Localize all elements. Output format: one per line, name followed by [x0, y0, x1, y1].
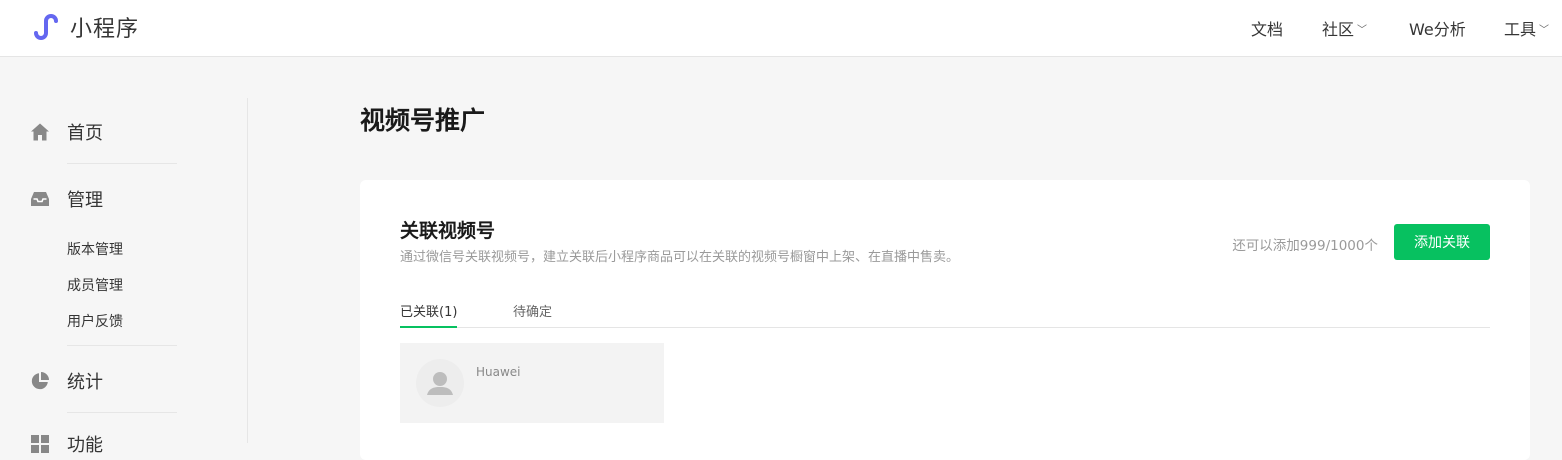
nav-docs-label: 文档: [1251, 20, 1284, 39]
sidebar-subitem-user-feedback[interactable]: 用户反馈: [67, 311, 123, 331]
nav-we-analytics[interactable]: We分析: [1409, 0, 1466, 56]
top-bar: 小程序 文档 社区 ﹀ We分析 工具 ﹀: [0, 0, 1562, 57]
sidebar-item-home[interactable]: 首页: [30, 119, 103, 145]
add-link-button[interactable]: 添加关联: [1394, 224, 1490, 260]
sidebar-item-label: 统计: [67, 372, 103, 393]
nav-tools-label: 工具: [1504, 20, 1537, 39]
miniprogram-logo-icon: [34, 14, 58, 40]
nav-we-analytics-label: We分析: [1409, 20, 1466, 39]
tab-pending[interactable]: 待确定: [513, 301, 552, 326]
chevron-down-icon: ﹀: [1357, 24, 1368, 36]
nav-community[interactable]: 社区 ﹀: [1322, 0, 1367, 56]
avatar: [416, 359, 464, 407]
page-title: 视频号推广: [360, 106, 486, 135]
user-avatar-icon: [427, 372, 453, 395]
home-icon: [31, 123, 49, 141]
sidebar-subitem-version-manage[interactable]: 版本管理: [67, 239, 123, 259]
sidebar-item-label: 管理: [67, 190, 103, 211]
nav-tools[interactable]: 工具 ﹀: [1504, 0, 1549, 56]
card-description: 通过微信号关联视频号，建立关联后小程序商品可以在关联的视频号橱窗中上架、在直播中…: [400, 250, 960, 265]
sidebar-divider: [67, 412, 177, 413]
tab-linked[interactable]: 已关联(1): [400, 301, 458, 328]
sidebar-divider: [67, 163, 177, 164]
sidebar-item-label: 功能: [67, 435, 103, 456]
brand[interactable]: 小程序: [30, 10, 139, 44]
linked-channels-card: 关联视频号 通过微信号关联视频号，建立关联后小程序商品可以在关联的视频号橱窗中上…: [360, 180, 1530, 460]
brand-name: 小程序: [70, 17, 140, 42]
nav-community-label: 社区: [1322, 20, 1355, 39]
channel-name: Huawei: [476, 365, 521, 379]
quota-text: 还可以添加999/1000个: [1232, 238, 1378, 254]
nav-docs[interactable]: 文档: [1251, 0, 1283, 56]
tab-bar: 已关联(1) 待确定: [400, 298, 1490, 328]
grid-icon: [31, 435, 49, 453]
sidebar-item-manage[interactable]: 管理: [30, 186, 103, 212]
card-title: 关联视频号: [400, 220, 496, 242]
sidebar-item-stats[interactable]: 统计: [30, 368, 103, 394]
sidebar-divider: [247, 98, 248, 443]
pie-chart-icon: [31, 372, 49, 390]
sidebar-item-label: 首页: [67, 123, 103, 144]
sidebar-item-features[interactable]: 功能: [30, 431, 103, 457]
chevron-down-icon: ﹀: [1539, 24, 1550, 36]
inbox-icon: [31, 192, 49, 206]
linked-channel-item[interactable]: Huawei: [400, 343, 664, 423]
sidebar-subitem-member-manage[interactable]: 成员管理: [67, 275, 123, 295]
sidebar-divider: [67, 345, 177, 346]
